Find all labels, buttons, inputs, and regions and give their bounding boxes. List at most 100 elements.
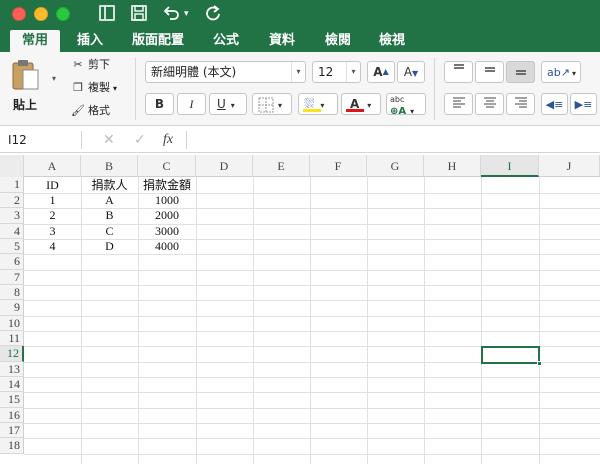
format-painter-button[interactable]: 🖌 格式 <box>70 102 110 120</box>
column-header[interactable]: H <box>424 155 481 177</box>
align-left-button[interactable] <box>444 93 473 115</box>
tab-insert[interactable]: 插入 <box>70 30 110 52</box>
column-header[interactable]: J <box>539 155 600 177</box>
row-header[interactable]: 7 <box>0 270 24 285</box>
name-box[interactable]: I12 <box>4 131 82 149</box>
copy-dropdown-icon[interactable]: ▾ <box>113 84 117 93</box>
borders-button[interactable]: ▾ <box>252 93 292 115</box>
column-header-selected[interactable]: I <box>481 155 539 177</box>
table-cell[interactable]: B <box>81 208 138 223</box>
decrease-font-size-button[interactable]: A▼ <box>397 61 425 83</box>
align-bottom-button[interactable] <box>506 61 535 83</box>
column-header[interactable]: G <box>367 155 424 177</box>
row-header[interactable]: 5 <box>0 239 24 254</box>
paste-label[interactable]: 貼上 <box>13 96 37 113</box>
ribbon-divider <box>434 58 435 120</box>
row-header[interactable]: 1 <box>0 177 24 193</box>
abc-label: abc <box>390 95 405 104</box>
scissors-icon: ✂ <box>73 58 83 71</box>
row-header[interactable]: 6 <box>0 254 24 270</box>
underline-label: U <box>217 97 226 111</box>
close-window-button[interactable] <box>12 7 26 21</box>
bold-button[interactable]: B <box>145 93 174 115</box>
tab-data[interactable]: 資料 <box>262 30 302 52</box>
fx-icon[interactable]: fx <box>163 131 173 149</box>
enter-icon[interactable]: ✓ <box>134 131 146 149</box>
column-header[interactable]: D <box>196 155 253 177</box>
row-header[interactable]: 16 <box>0 408 24 423</box>
column-header[interactable]: A <box>24 155 81 177</box>
table-cell[interactable]: 1000 <box>138 193 196 208</box>
row-header[interactable]: 15 <box>0 392 24 408</box>
row-header[interactable]: 18 <box>0 438 24 454</box>
row-header[interactable]: 3 <box>0 208 24 224</box>
save-icon[interactable] <box>130 4 148 27</box>
table-cell[interactable]: C <box>81 224 138 239</box>
sidebar-toggle-icon[interactable] <box>98 4 116 27</box>
fill-handle[interactable] <box>537 361 542 366</box>
table-cell[interactable]: 4 <box>24 239 81 254</box>
maximize-window-button[interactable] <box>56 7 70 21</box>
table-header-cell[interactable]: 捐款金額 <box>138 178 196 193</box>
tab-formulas[interactable]: 公式 <box>206 30 246 52</box>
select-all-corner[interactable] <box>0 155 24 177</box>
row-header[interactable]: 8 <box>0 285 24 300</box>
column-header[interactable]: B <box>81 155 138 177</box>
selected-cell-I12[interactable] <box>481 346 542 366</box>
table-cell[interactable]: A <box>81 193 138 208</box>
table-cell[interactable]: D <box>81 239 138 254</box>
tab-page-layout[interactable]: 版面配置 <box>126 30 190 52</box>
table-cell[interactable]: 3000 <box>138 224 196 239</box>
undo-icon[interactable] <box>162 4 180 27</box>
cancel-icon[interactable]: ✕ <box>103 131 115 149</box>
fill-color-button[interactable]: ⛆ ▾ <box>298 93 338 115</box>
font-size-select[interactable]: 12 ▾ <box>312 61 361 83</box>
decrease-indent-button[interactable]: ◀≡ <box>541 93 568 115</box>
cut-button[interactable]: ✂ 剪下 <box>70 56 110 74</box>
row-header[interactable]: 14 <box>0 377 24 392</box>
redo-icon[interactable] <box>204 4 222 27</box>
font-name-select[interactable]: 新細明體 (本文) ▾ <box>145 61 306 83</box>
column-header[interactable]: F <box>310 155 367 177</box>
increase-indent-button[interactable]: ▶≡ <box>570 93 597 115</box>
clear-format-button[interactable]: abc ⊕A ▾ <box>386 93 426 117</box>
tab-view[interactable]: 檢視 <box>372 30 412 52</box>
row-header[interactable]: 4 <box>0 224 24 239</box>
row-header[interactable]: 10 <box>0 316 24 331</box>
increase-font-size-button[interactable]: A▲ <box>367 61 395 83</box>
underline-button[interactable]: U ▾ <box>209 93 247 115</box>
cell-area[interactable]: ID 捐款人 捐款金額 1 A 1000 2 B 2000 3 C 3000 4… <box>24 177 600 464</box>
align-middle-button[interactable] <box>475 61 504 83</box>
row-header[interactable]: 11 <box>0 331 24 346</box>
row-header[interactable]: 9 <box>0 300 24 316</box>
row-header[interactable]: 17 <box>0 423 24 438</box>
table-cell[interactable]: 2 <box>24 208 81 223</box>
paste-button[interactable] <box>10 58 42 92</box>
tab-review[interactable]: 檢閱 <box>318 30 358 52</box>
minimize-window-button[interactable] <box>34 7 48 21</box>
row-header[interactable]: 2 <box>0 193 24 208</box>
table-cell[interactable]: 4000 <box>138 239 196 254</box>
brush-icon: 🖌 <box>71 104 85 117</box>
row-header[interactable]: 13 <box>0 362 24 377</box>
formula-input[interactable] <box>192 131 592 149</box>
italic-button[interactable]: I <box>177 93 206 115</box>
ribbon-home: 貼上 ▾ ✂ 剪下 ❐ 複製 ▾ 🖌 格式 新細明體 (本文) ▾ 12 ▾ A▲ A▼… <box>0 52 600 126</box>
column-header[interactable]: E <box>253 155 310 177</box>
font-color-button[interactable]: A ▾ <box>341 93 381 115</box>
table-header-cell[interactable]: ID <box>24 178 81 193</box>
paste-dropdown-icon[interactable]: ▾ <box>52 74 56 83</box>
table-cell[interactable]: 2000 <box>138 208 196 223</box>
row-header-selected[interactable]: 12 <box>0 346 24 362</box>
copy-button[interactable]: ❐ 複製 ▾ <box>70 79 117 97</box>
table-header-cell[interactable]: 捐款人 <box>81 178 138 193</box>
align-center-button[interactable] <box>475 93 504 115</box>
align-right-button[interactable] <box>506 93 535 115</box>
orientation-button[interactable]: ab↗ ▾ <box>541 61 581 83</box>
tab-home[interactable]: 常用 <box>10 30 60 52</box>
table-cell[interactable]: 3 <box>24 224 81 239</box>
undo-dropdown-icon[interactable]: ▾ <box>184 4 189 24</box>
column-header[interactable]: C <box>138 155 196 177</box>
table-cell[interactable]: 1 <box>24 193 81 208</box>
align-top-button[interactable] <box>444 61 473 83</box>
